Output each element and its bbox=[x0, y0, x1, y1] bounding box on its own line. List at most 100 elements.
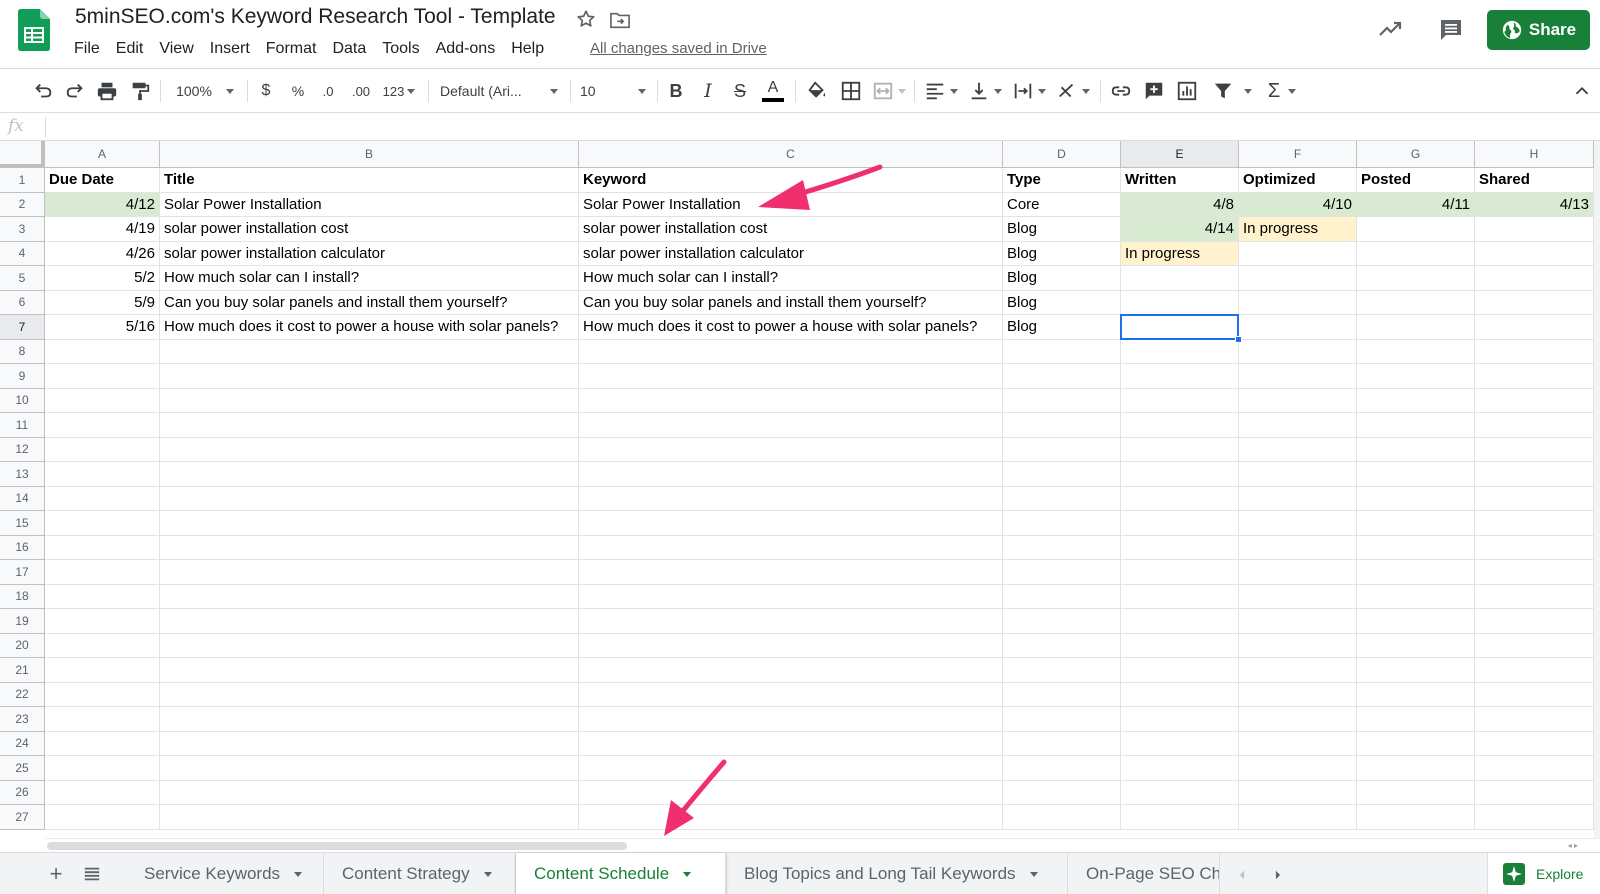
cell-h11[interactable] bbox=[1475, 413, 1594, 438]
format-percent-button[interactable]: % bbox=[288, 78, 308, 104]
cell-e16[interactable] bbox=[1121, 535, 1239, 560]
cell-f19[interactable] bbox=[1239, 609, 1357, 634]
cell-a1[interactable]: Due Date bbox=[45, 168, 160, 193]
cell-c18[interactable] bbox=[579, 584, 1003, 609]
cell-b21[interactable] bbox=[160, 658, 579, 683]
row-header-14[interactable]: 14 bbox=[0, 486, 45, 511]
cell-a23[interactable] bbox=[45, 707, 160, 732]
cell-h21[interactable] bbox=[1475, 658, 1594, 683]
cell-h27[interactable] bbox=[1475, 805, 1594, 830]
vertical-scrollbar[interactable] bbox=[1594, 141, 1600, 838]
font-family-select[interactable]: Default (Ari... bbox=[440, 78, 558, 104]
cell-c25[interactable] bbox=[579, 756, 1003, 781]
undo-button[interactable] bbox=[30, 78, 56, 104]
cell-e19[interactable] bbox=[1121, 609, 1239, 634]
cell-h16[interactable] bbox=[1475, 535, 1594, 560]
cell-b16[interactable] bbox=[160, 535, 579, 560]
cell-c24[interactable] bbox=[579, 731, 1003, 756]
cell-b15[interactable] bbox=[160, 511, 579, 536]
row-header-25[interactable]: 25 bbox=[0, 756, 45, 781]
cell-h15[interactable] bbox=[1475, 511, 1594, 536]
cell-e10[interactable] bbox=[1121, 388, 1239, 413]
redo-button[interactable] bbox=[62, 78, 88, 104]
cell-d17[interactable] bbox=[1003, 560, 1121, 585]
cell-e12[interactable] bbox=[1121, 437, 1239, 462]
cell-f8[interactable] bbox=[1239, 339, 1357, 364]
chevron-down-icon[interactable] bbox=[294, 871, 303, 877]
cell-a16[interactable] bbox=[45, 535, 160, 560]
cell-h9[interactable] bbox=[1475, 364, 1594, 389]
cell-f4[interactable] bbox=[1239, 241, 1357, 266]
cell-a10[interactable] bbox=[45, 388, 160, 413]
cell-f10[interactable] bbox=[1239, 388, 1357, 413]
row-header-12[interactable]: 12 bbox=[0, 437, 45, 462]
cell-e4[interactable]: In progress bbox=[1121, 241, 1239, 266]
cell-a20[interactable] bbox=[45, 633, 160, 658]
activity-dashboard-icon[interactable] bbox=[1378, 18, 1404, 40]
functions-button[interactable]: Σ bbox=[1262, 78, 1302, 104]
row-header-3[interactable]: 3 bbox=[0, 217, 45, 242]
cell-b23[interactable] bbox=[160, 707, 579, 732]
cell-h13[interactable] bbox=[1475, 462, 1594, 487]
cell-g4[interactable] bbox=[1357, 241, 1475, 266]
cell-h7[interactable] bbox=[1475, 315, 1594, 340]
cell-e21[interactable] bbox=[1121, 658, 1239, 683]
scroll-arrows-icon[interactable]: ◂ ▸ bbox=[1568, 841, 1578, 850]
cell-a7[interactable]: 5/16 bbox=[45, 315, 160, 340]
menu-add-ons[interactable]: Add-ons bbox=[428, 38, 504, 61]
cell-f20[interactable] bbox=[1239, 633, 1357, 658]
text-wrap-button[interactable] bbox=[1010, 78, 1048, 104]
row-header-17[interactable]: 17 bbox=[0, 560, 45, 585]
sheets-logo-icon[interactable] bbox=[18, 9, 50, 51]
cell-d16[interactable] bbox=[1003, 535, 1121, 560]
cell-a15[interactable] bbox=[45, 511, 160, 536]
cell-d6[interactable]: Blog bbox=[1003, 290, 1121, 315]
cell-a17[interactable] bbox=[45, 560, 160, 585]
cell-c1[interactable]: Keyword bbox=[579, 168, 1003, 193]
cell-g1[interactable]: Posted bbox=[1357, 168, 1475, 193]
cell-b22[interactable] bbox=[160, 682, 579, 707]
cell-h26[interactable] bbox=[1475, 780, 1594, 805]
cell-f9[interactable] bbox=[1239, 364, 1357, 389]
cell-f13[interactable] bbox=[1239, 462, 1357, 487]
cell-e18[interactable] bbox=[1121, 584, 1239, 609]
cell-a24[interactable] bbox=[45, 731, 160, 756]
cell-a8[interactable] bbox=[45, 339, 160, 364]
row-header-10[interactable]: 10 bbox=[0, 388, 45, 413]
cell-h5[interactable] bbox=[1475, 266, 1594, 291]
row-header-27[interactable]: 27 bbox=[0, 805, 45, 830]
cell-f1[interactable]: Optimized bbox=[1239, 168, 1357, 193]
row-header-16[interactable]: 16 bbox=[0, 535, 45, 560]
cell-f14[interactable] bbox=[1239, 486, 1357, 511]
cell-a3[interactable]: 4/19 bbox=[45, 217, 160, 242]
cell-d3[interactable]: Blog bbox=[1003, 217, 1121, 242]
cell-f25[interactable] bbox=[1239, 756, 1357, 781]
cell-e9[interactable] bbox=[1121, 364, 1239, 389]
cell-b13[interactable] bbox=[160, 462, 579, 487]
cell-b9[interactable] bbox=[160, 364, 579, 389]
cell-b24[interactable] bbox=[160, 731, 579, 756]
paint-format-button[interactable] bbox=[127, 78, 153, 104]
row-header-7[interactable]: 7 bbox=[0, 315, 45, 340]
cell-g24[interactable] bbox=[1357, 731, 1475, 756]
cell-h19[interactable] bbox=[1475, 609, 1594, 634]
cell-f23[interactable] bbox=[1239, 707, 1357, 732]
cell-c22[interactable] bbox=[579, 682, 1003, 707]
chevron-down-icon[interactable] bbox=[683, 871, 692, 877]
cell-c27[interactable] bbox=[579, 805, 1003, 830]
cell-d4[interactable]: Blog bbox=[1003, 241, 1121, 266]
cell-a11[interactable] bbox=[45, 413, 160, 438]
row-header-9[interactable]: 9 bbox=[0, 364, 45, 389]
zoom-select[interactable]: 100% bbox=[170, 78, 240, 104]
cell-c14[interactable] bbox=[579, 486, 1003, 511]
cell-c3[interactable]: solar power installation cost bbox=[579, 217, 1003, 242]
cell-a21[interactable] bbox=[45, 658, 160, 683]
text-rotation-button[interactable] bbox=[1054, 78, 1092, 104]
cell-f3[interactable]: In progress bbox=[1239, 217, 1357, 242]
row-header-19[interactable]: 19 bbox=[0, 609, 45, 634]
cell-e8[interactable] bbox=[1121, 339, 1239, 364]
cell-b14[interactable] bbox=[160, 486, 579, 511]
row-header-11[interactable]: 11 bbox=[0, 413, 45, 438]
cell-d8[interactable] bbox=[1003, 339, 1121, 364]
cell-g7[interactable] bbox=[1357, 315, 1475, 340]
